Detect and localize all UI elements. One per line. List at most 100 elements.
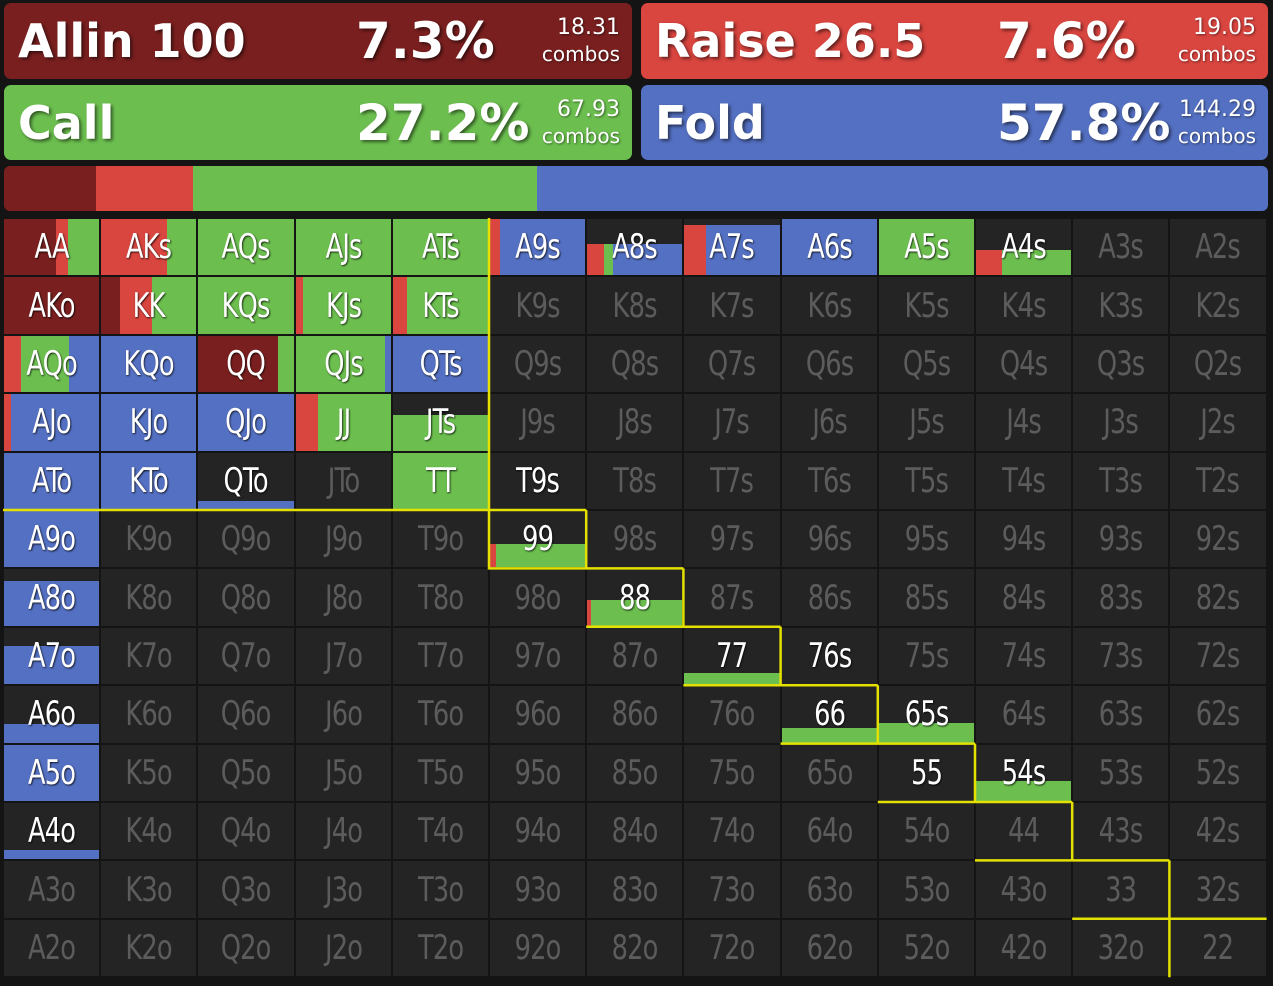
hand-cell-63s[interactable]: 63s bbox=[1073, 686, 1169, 743]
hand-cell-KQs[interactable]: KQs bbox=[198, 277, 294, 334]
hand-cell-42s[interactable]: 42s bbox=[1170, 803, 1266, 860]
hand-cell-KK[interactable]: KK bbox=[101, 277, 197, 334]
hand-cell-65o[interactable]: 65o bbox=[781, 744, 877, 801]
hand-cell-82s[interactable]: 82s bbox=[1170, 569, 1266, 626]
hand-cell-82o[interactable]: 82o bbox=[587, 919, 683, 977]
hand-cell-J2s[interactable]: J2s bbox=[1170, 394, 1266, 451]
hand-cell-86s[interactable]: 86s bbox=[781, 569, 877, 626]
hand-cell-85o[interactable]: 85o bbox=[587, 744, 683, 801]
hand-cell-K3o[interactable]: K3o bbox=[101, 861, 197, 918]
hand-cell-Q4s[interactable]: Q4s bbox=[976, 335, 1072, 393]
hand-cell-87o[interactable]: 87o bbox=[587, 627, 683, 685]
hand-cell-A7s[interactable]: A7s bbox=[684, 219, 780, 276]
hand-cell-AJo[interactable]: AJo bbox=[4, 394, 100, 451]
hand-cell-54s[interactable]: 54s bbox=[976, 744, 1072, 801]
hand-cell-TT[interactable]: TT bbox=[392, 452, 488, 509]
hand-cell-T8o[interactable]: T8o bbox=[392, 569, 488, 626]
hand-cell-KTo[interactable]: KTo bbox=[101, 452, 197, 509]
hand-cell-AJs[interactable]: AJs bbox=[295, 219, 391, 276]
hand-cell-K4s[interactable]: K4s bbox=[976, 277, 1072, 334]
hand-cell-AA[interactable]: AA bbox=[4, 219, 100, 276]
hand-cell-T8s[interactable]: T8s bbox=[587, 452, 683, 509]
hand-cell-KJo[interactable]: KJo bbox=[101, 394, 197, 451]
hand-cell-AKs[interactable]: AKs bbox=[101, 219, 197, 276]
hand-cell-ATo[interactable]: ATo bbox=[4, 452, 100, 509]
hand-cell-66[interactable]: 66 bbox=[781, 686, 877, 743]
hand-cell-87s[interactable]: 87s bbox=[684, 569, 780, 626]
hand-cell-86o[interactable]: 86o bbox=[587, 686, 683, 743]
hand-cell-95o[interactable]: 95o bbox=[490, 744, 586, 801]
hand-cell-J6o[interactable]: J6o bbox=[295, 686, 391, 743]
hand-cell-J7s[interactable]: J7s bbox=[684, 394, 780, 451]
hand-cell-32s[interactable]: 32s bbox=[1170, 861, 1266, 918]
hand-cell-J3o[interactable]: J3o bbox=[295, 861, 391, 918]
hand-cell-AKo[interactable]: AKo bbox=[4, 277, 100, 334]
hand-cell-T6o[interactable]: T6o bbox=[392, 686, 488, 743]
hand-cell-A6s[interactable]: A6s bbox=[781, 219, 877, 276]
hand-cell-43o[interactable]: 43o bbox=[976, 861, 1072, 918]
hand-cell-73s[interactable]: 73s bbox=[1073, 627, 1169, 685]
hand-cell-K6s[interactable]: K6s bbox=[781, 277, 877, 334]
hand-cell-Q9s[interactable]: Q9s bbox=[490, 335, 586, 393]
hand-cell-T4s[interactable]: T4s bbox=[976, 452, 1072, 509]
hand-cell-44[interactable]: 44 bbox=[976, 803, 1072, 860]
hand-cell-Q8s[interactable]: Q8s bbox=[587, 335, 683, 393]
hand-cell-AQo[interactable]: AQo bbox=[4, 335, 100, 393]
hand-cell-Q5s[interactable]: Q5s bbox=[878, 335, 974, 393]
hand-cell-QQ[interactable]: QQ bbox=[198, 335, 294, 393]
hand-cell-54o[interactable]: 54o bbox=[878, 803, 974, 860]
hand-cell-A3o[interactable]: A3o bbox=[4, 861, 100, 918]
hand-cell-A2s[interactable]: A2s bbox=[1170, 219, 1266, 276]
hand-cell-J5s[interactable]: J5s bbox=[878, 394, 974, 451]
hand-cell-84o[interactable]: 84o bbox=[587, 803, 683, 860]
hand-cell-K9o[interactable]: K9o bbox=[101, 511, 197, 568]
hand-cell-QTo[interactable]: QTo bbox=[198, 452, 294, 509]
hand-cell-T7o[interactable]: T7o bbox=[392, 627, 488, 685]
hand-cell-94o[interactable]: 94o bbox=[490, 803, 586, 860]
hand-cell-64s[interactable]: 64s bbox=[976, 686, 1072, 743]
hand-cell-98s[interactable]: 98s bbox=[587, 511, 683, 568]
hand-cell-T7s[interactable]: T7s bbox=[684, 452, 780, 509]
hand-cell-A6o[interactable]: A6o bbox=[4, 686, 100, 743]
hand-cell-K7s[interactable]: K7s bbox=[684, 277, 780, 334]
hand-cell-A9o[interactable]: A9o bbox=[4, 511, 100, 568]
hand-cell-63o[interactable]: 63o bbox=[781, 861, 877, 918]
hand-cell-53o[interactable]: 53o bbox=[878, 861, 974, 918]
hand-cell-T9o[interactable]: T9o bbox=[392, 511, 488, 568]
hand-cell-Q2o[interactable]: Q2o bbox=[198, 919, 294, 977]
hand-cell-65s[interactable]: 65s bbox=[878, 686, 974, 743]
hand-cell-JTs[interactable]: JTs bbox=[392, 394, 488, 451]
hand-cell-64o[interactable]: 64o bbox=[781, 803, 877, 860]
hand-cell-76s[interactable]: 76s bbox=[781, 627, 877, 685]
hand-cell-83s[interactable]: 83s bbox=[1073, 569, 1169, 626]
hand-cell-KTs[interactable]: KTs bbox=[392, 277, 488, 334]
hand-cell-J9s[interactable]: J9s bbox=[490, 394, 586, 451]
hand-cell-43s[interactable]: 43s bbox=[1073, 803, 1169, 860]
hand-cell-Q2s[interactable]: Q2s bbox=[1170, 335, 1266, 393]
hand-cell-72s[interactable]: 72s bbox=[1170, 627, 1266, 685]
hand-cell-76o[interactable]: 76o bbox=[684, 686, 780, 743]
hand-cell-A3s[interactable]: A3s bbox=[1073, 219, 1169, 276]
hand-cell-K6o[interactable]: K6o bbox=[101, 686, 197, 743]
hand-cell-62s[interactable]: 62s bbox=[1170, 686, 1266, 743]
hand-cell-T3s[interactable]: T3s bbox=[1073, 452, 1169, 509]
hand-cell-75o[interactable]: 75o bbox=[684, 744, 780, 801]
hand-cell-A5o[interactable]: A5o bbox=[4, 744, 100, 801]
hand-cell-K4o[interactable]: K4o bbox=[101, 803, 197, 860]
hand-cell-T5o[interactable]: T5o bbox=[392, 744, 488, 801]
hand-cell-KQo[interactable]: KQo bbox=[101, 335, 197, 393]
hand-cell-75s[interactable]: 75s bbox=[878, 627, 974, 685]
hand-cell-A5s[interactable]: A5s bbox=[878, 219, 974, 276]
hand-cell-QJo[interactable]: QJo bbox=[198, 394, 294, 451]
hand-cell-88[interactable]: 88 bbox=[587, 569, 683, 626]
hand-cell-92o[interactable]: 92o bbox=[490, 919, 586, 977]
hand-cell-A8s[interactable]: A8s bbox=[587, 219, 683, 276]
hand-cell-A9s[interactable]: A9s bbox=[490, 219, 586, 276]
hand-cell-62o[interactable]: 62o bbox=[781, 919, 877, 977]
hand-cell-A2o[interactable]: A2o bbox=[4, 919, 100, 977]
hand-cell-A4o[interactable]: A4o bbox=[4, 803, 100, 860]
hand-cell-T4o[interactable]: T4o bbox=[392, 803, 488, 860]
hand-cell-A7o[interactable]: A7o bbox=[4, 627, 100, 685]
hand-cell-42o[interactable]: 42o bbox=[976, 919, 1072, 977]
hand-cell-96s[interactable]: 96s bbox=[781, 511, 877, 568]
